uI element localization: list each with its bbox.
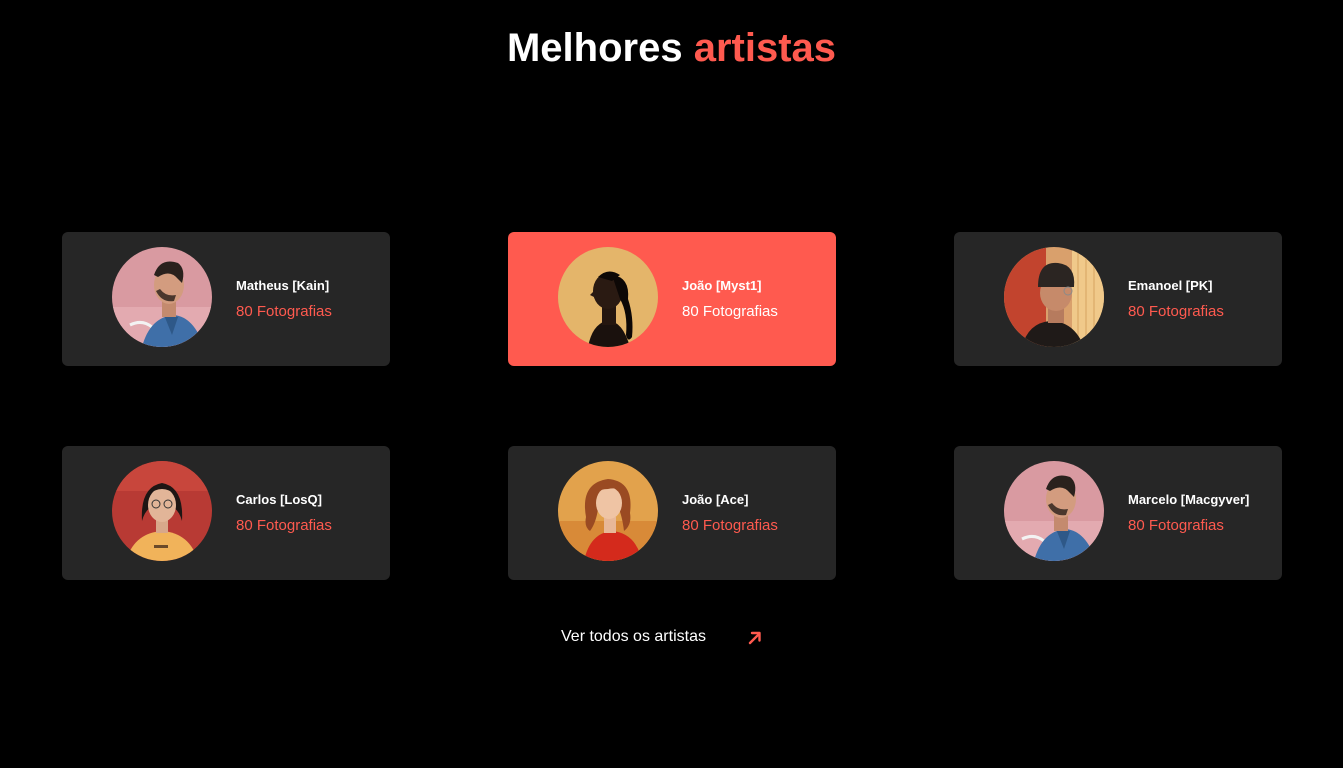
artist-card-matheus[interactable]: Matheus [Kain] 80 Fotografias	[62, 232, 390, 366]
arrow-up-right-icon	[748, 631, 761, 645]
artist-info: Carlos [LosQ] 80 Fotografias	[236, 446, 376, 580]
see-all-label: Ver todos os artistas	[561, 628, 706, 645]
artist-card-marcelo[interactable]: Marcelo [Macgyver] 80 Fotografias	[954, 446, 1282, 580]
artist-name: Emanoel [PK]	[1128, 278, 1213, 293]
artist-card-joao-myst1[interactable]: João [Myst1] 80 Fotografias	[508, 232, 836, 366]
title-accent: artistas	[693, 26, 837, 70]
artist-name: João [Ace]	[682, 492, 749, 507]
artist-photo-count: 80 Fotografias	[682, 303, 778, 320]
artist-avatar	[112, 247, 212, 347]
artist-avatar	[558, 461, 658, 561]
artist-photo-count: 80 Fotografias	[236, 517, 332, 534]
artist-card-joao-ace[interactable]: João [Ace] 80 Fotografias	[508, 446, 836, 580]
artist-card-carlos[interactable]: Carlos [LosQ] 80 Fotografias	[62, 446, 390, 580]
best-artists-section: Melhores artistas Matheus [Kain] 80 Foto…	[0, 0, 1343, 768]
artist-card-emanoel[interactable]: Emanoel [PK] 80 Fotografias	[954, 232, 1282, 366]
artist-name: Marcelo [Macgyver]	[1128, 492, 1250, 507]
artist-info: Emanoel [PK] 80 Fotografias	[1128, 232, 1268, 366]
artist-name: Matheus [Kain]	[236, 278, 330, 293]
artist-name: Carlos [LosQ]	[236, 492, 322, 507]
artist-name: João [Myst1]	[682, 278, 762, 293]
see-all-artists-link[interactable]: Ver todos os artistas	[561, 626, 764, 648]
artist-info: Matheus [Kain] 80 Fotografias	[236, 232, 376, 366]
artist-info: João [Ace] 80 Fotografias	[682, 446, 822, 580]
artist-info: Marcelo [Macgyver] 80 Fotografias	[1128, 446, 1268, 580]
section-title: Melhores artistas	[0, 22, 1343, 74]
artist-photo-count: 80 Fotografias	[1128, 303, 1224, 320]
title-main: Melhores	[506, 26, 683, 70]
artist-avatar	[1004, 461, 1104, 561]
artist-photo-count: 80 Fotografias	[236, 303, 332, 320]
artist-photo-count: 80 Fotografias	[1128, 517, 1224, 534]
artist-avatar	[558, 247, 658, 347]
artist-info: João [Myst1] 80 Fotografias	[682, 232, 822, 366]
artist-photo-count: 80 Fotografias	[682, 517, 778, 534]
artist-avatar	[112, 461, 212, 561]
artist-avatar	[1004, 247, 1104, 347]
